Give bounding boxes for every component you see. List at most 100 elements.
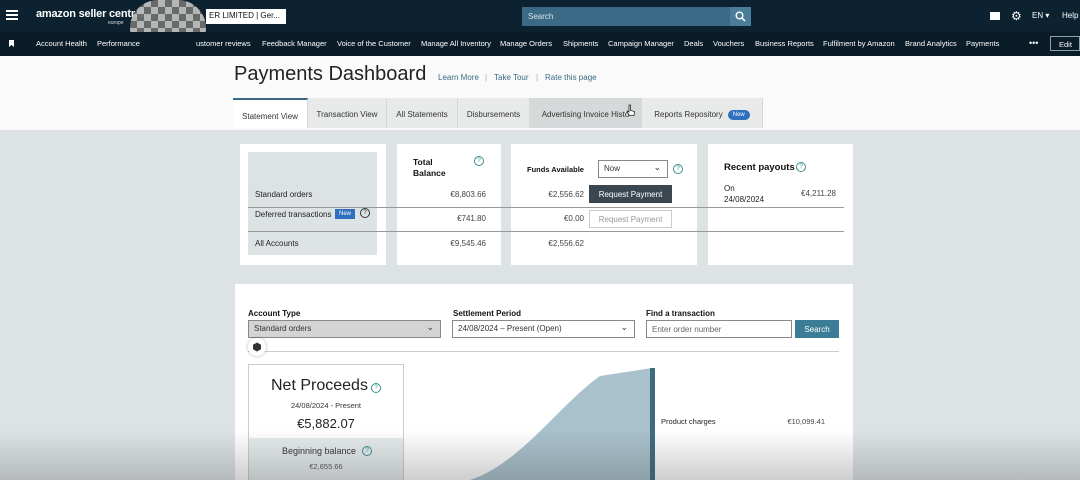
row-label-all-accounts: All Accounts [255,239,299,248]
beginning-balance-panel [249,438,403,480]
hexagon-icon [253,342,261,352]
hamburger-menu-icon[interactable] [6,10,18,20]
rate-page-link[interactable]: Rate this page [545,73,597,82]
deferred-help-icon[interactable]: ? [360,208,370,218]
account-type-select[interactable]: Standard orders ⌄ [248,320,441,338]
order-number-input[interactable]: Enter order number [646,320,792,338]
row-label-standard-orders: Standard orders [255,190,313,199]
nav-item-deals[interactable]: Deals [684,39,703,48]
total-standard-orders: €8,803.66 [450,190,486,199]
settings-icon[interactable] [248,338,266,356]
nav-item-performance[interactable]: Performance [97,39,140,48]
seller-central-logo[interactable]: amazon seller central [36,8,144,20]
settlement-period-label: Settlement Period [453,309,522,318]
total-balance-help-icon[interactable]: ? [474,156,484,166]
mail-icon[interactable] [990,12,1000,20]
product-charges-bar [650,368,655,480]
nav-item-vouchers[interactable]: Vouchers [713,39,744,48]
nav-item-brand-analytics[interactable]: Brand Analytics [905,39,957,48]
nav-item-shipments[interactable]: Shipments [563,39,598,48]
product-charges-label: Product charges [661,417,716,426]
recent-payouts-title: Recent payouts [724,162,795,173]
funds-available-title: Funds Available [527,165,584,174]
request-payment-disabled-button[interactable]: Request Payment [589,210,672,228]
nav-item-manage-orders[interactable]: Manage Orders [500,39,552,48]
chevron-down-icon: ⌄ [426,322,434,332]
link-divider: | [536,73,539,82]
tab-label: Statement View [242,112,298,121]
funds-timing-value: Now [604,164,621,173]
row-label-deferred-transactions: Deferred transactions [255,210,332,219]
nav-item-payments[interactable]: Payments [966,39,999,48]
more-icon[interactable]: ••• [1029,38,1038,48]
page-title: Payments Dashboard [234,63,427,85]
nav-item-business-reports[interactable]: Business Reports [755,39,814,48]
link-divider: | [485,73,488,82]
product-charges-amount: €10,099.41 [787,417,825,426]
total-deferred: €741.80 [457,214,486,223]
nav-item-customer-reviews[interactable]: ustomer reviews [196,39,251,48]
nav-item-feedback-manager[interactable]: Feedback Manager [262,39,327,48]
tab-label: Disbursements [466,110,521,119]
tab-statement-view[interactable]: Statement View [233,98,308,128]
recent-payouts-help-icon[interactable]: ? [796,162,806,172]
row-divider [248,207,844,208]
nav-item-account-health[interactable]: Account Health [36,39,87,48]
nav-item-campaign-manager[interactable]: Campaign Manager [608,39,674,48]
nav-item-manage-inventory[interactable]: Manage All Inventory [421,39,491,48]
account-switcher[interactable]: ER LIMITED | Ger... [206,9,286,24]
tab-disbursements[interactable]: Disbursements [458,98,530,128]
bookmark-icon[interactable] [9,40,14,47]
funds-deferred: €0.00 [563,214,584,223]
language-label: EN [1032,11,1044,20]
take-tour-link[interactable]: Take Tour [494,73,529,82]
account-type-value: Standard orders [254,324,312,333]
total-balance-title: Total Balance [413,157,446,178]
language-selector[interactable]: EN ▾ [1032,11,1049,20]
help-link[interactable]: Help [1062,11,1078,20]
settlement-period-select[interactable]: 24/08/2024 – Present (Open) ⌄ [452,320,635,338]
new-badge: New [727,110,750,120]
find-transaction-label: Find a transaction [646,309,715,318]
flow-band [470,368,652,480]
find-transaction-search-button[interactable]: Search [795,320,839,338]
nav-item-voice-of-customer[interactable]: Voice of the Customer [337,39,411,48]
funds-timing-select[interactable]: Now ⌄ [598,160,668,178]
tab-reports-repository[interactable]: Reports Repository New [642,98,763,128]
request-payment-button[interactable]: Request Payment [589,185,672,203]
tab-all-statements[interactable]: All Statements [387,98,458,128]
net-proceeds-title: Net Proceeds [271,377,368,394]
row-divider [248,231,844,232]
gear-icon[interactable]: ⚙ [1011,10,1022,22]
logo-region: europe [108,20,124,26]
payout-date: 24/08/2024 [724,195,765,204]
tab-transaction-view[interactable]: Transaction View [308,98,387,128]
beginning-balance-amount: €2,655.66 [309,462,343,471]
payout-amount: €4,211.28 [801,189,836,198]
net-proceeds-help-icon[interactable]: ? [371,383,381,393]
tab-label: Reports Repository [654,110,723,119]
funds-all-accounts: €2,556.62 [548,239,584,248]
tab-label: Transaction View [316,110,378,119]
net-proceeds-amount: €5,882.07 [297,416,355,431]
edit-nav-button[interactable]: Edit [1050,36,1080,51]
funds-standard-orders: €2,556.62 [548,190,584,199]
nav-item-fulfilment[interactable]: Fulfilment by Amazon [823,39,895,48]
chevron-down-icon: ⌄ [653,162,661,172]
tab-label: All Statements [396,110,448,119]
search-icon [735,11,746,22]
tab-label: Advertising Invoice Histo [541,110,630,119]
proceeds-flow-chart [470,368,655,480]
section-divider [248,351,839,352]
search-button[interactable] [730,7,751,26]
payout-date-prefix: On [724,184,735,193]
funds-help-icon[interactable]: ? [673,164,683,174]
account-type-label: Account Type [248,309,301,318]
net-proceeds-period: 24/08/2024 - Present [290,401,362,410]
beginning-balance-label: Beginning balance [282,446,357,456]
learn-more-link[interactable]: Learn More [438,73,479,82]
beginning-balance-help-icon[interactable]: ? [362,446,372,456]
deferred-new-badge: New [335,209,356,219]
search-input[interactable]: Search [522,7,730,26]
mouse-cursor-icon [626,104,635,116]
